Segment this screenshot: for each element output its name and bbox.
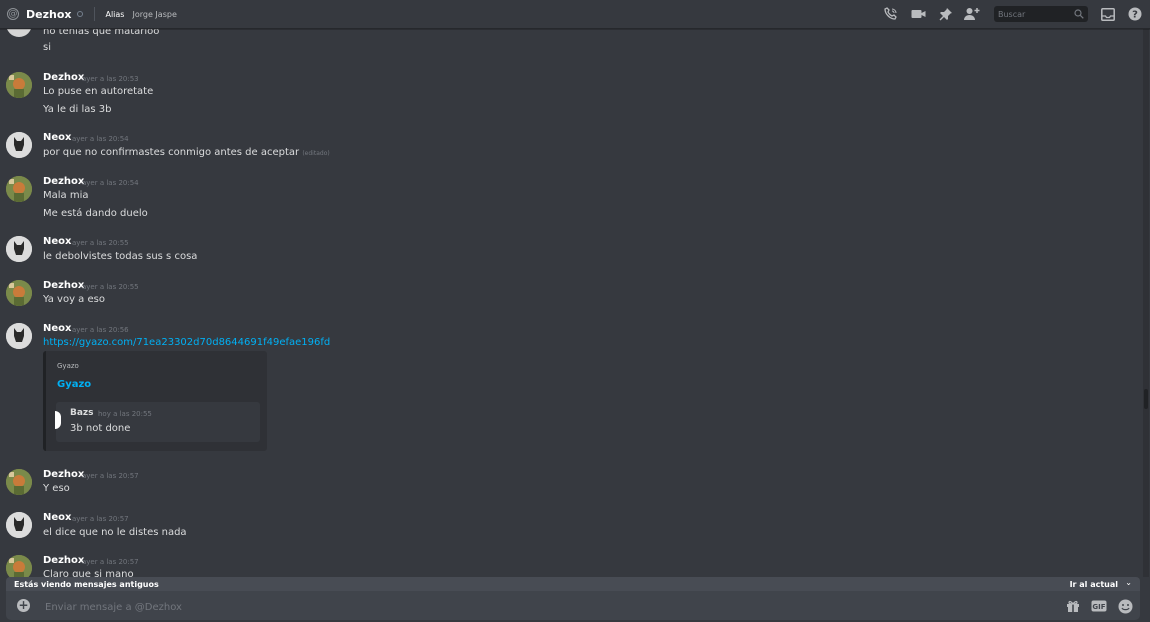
avatar[interactable]	[6, 555, 32, 577]
message-timestamp: ayer a las 20:54	[72, 135, 129, 143]
avatar[interactable]	[6, 512, 32, 538]
inbox-icon[interactable]	[1099, 5, 1117, 23]
svg-text:GIF: GIF	[1092, 603, 1105, 611]
avatar[interactable]	[6, 280, 32, 306]
add-friend-icon[interactable]	[963, 5, 981, 23]
alias-label: Alias	[105, 9, 125, 19]
channel-name: Dezhox	[26, 7, 72, 21]
avatar[interactable]	[6, 132, 32, 158]
message-author[interactable]: Dezhox	[43, 176, 84, 187]
old-messages-label: Estás viendo mensajes antiguos	[14, 579, 159, 589]
divider	[94, 7, 96, 21]
channel-header: @ Dezhox Alias Jorge Jaspe ?	[0, 0, 1150, 29]
message-text: Ya le di las 3b	[43, 104, 112, 115]
avatar	[55, 411, 61, 429]
embed-author: Bazs	[70, 408, 94, 418]
embed-provider[interactable]: Gyazo	[57, 362, 79, 370]
message-text: por que no confirmastes conmigo antes de…	[43, 147, 330, 158]
message-timestamp: ayer a las 20:57	[72, 515, 129, 523]
avatar[interactable]	[6, 323, 32, 349]
message-text: Ya voy a eso	[43, 294, 105, 305]
message-author[interactable]: Dezhox	[43, 555, 84, 566]
avatar[interactable]	[6, 236, 32, 262]
search-icon	[1074, 9, 1084, 22]
alias-value: Jorge Jaspe	[132, 9, 177, 19]
svg-text:?: ?	[1132, 10, 1138, 21]
message-link[interactable]: https://gyazo.com/71ea23302d70d8644691f4…	[43, 337, 330, 348]
avatar[interactable]	[6, 29, 32, 37]
embed-preview[interactable]: Bazs hoy a las 20:55 3b not done	[55, 402, 260, 442]
embed-title[interactable]: Gyazo	[57, 379, 91, 390]
message-timestamp: ayer a las 20:57	[82, 558, 139, 566]
message-timestamp: ayer a las 20:56	[72, 326, 129, 334]
at-icon: @	[7, 8, 19, 20]
status-icon	[77, 11, 84, 17]
message-timestamp: ayer a las 20:55	[82, 283, 139, 291]
chevron-down-icon[interactable]: ⌄	[1125, 578, 1132, 587]
add-icon[interactable]: +	[17, 599, 30, 612]
video-icon[interactable]	[909, 5, 927, 23]
link-embed: Gyazo Gyazo Bazs hoy a las 20:55 3b not …	[43, 351, 267, 451]
message-text: le debolvistes todas sus s cosa	[43, 251, 198, 262]
message-body: por que no confirmastes conmigo antes de…	[43, 147, 300, 158]
message-author[interactable]: Neox	[43, 132, 71, 143]
message-timestamp: ayer a las 20:53	[82, 75, 139, 83]
gif-icon[interactable]: GIF	[1091, 598, 1107, 614]
avatar[interactable]	[6, 176, 32, 202]
message-timestamp: ayer a las 20:55	[72, 239, 129, 247]
search-box[interactable]	[994, 6, 1088, 22]
message-text: Me está dando duelo	[43, 208, 148, 219]
message-author[interactable]: Neox	[43, 323, 71, 334]
message-author[interactable]: Neox	[43, 512, 71, 523]
message-text: el dice que no le distes nada	[43, 527, 187, 538]
message-timestamp: ayer a las 20:54	[82, 179, 139, 187]
message-text: Claro que si mano	[43, 569, 134, 577]
avatar[interactable]	[6, 469, 32, 495]
message-author[interactable]: Dezhox	[43, 72, 84, 83]
message-author[interactable]: Neox	[43, 236, 71, 247]
scrollbar-thumb[interactable]	[1144, 389, 1148, 409]
edited-tag: (editado)	[302, 150, 330, 157]
message-input[interactable]	[43, 598, 947, 616]
message-text: si	[43, 42, 51, 53]
help-icon[interactable]: ?	[1126, 5, 1144, 23]
message-author[interactable]: Dezhox	[43, 469, 84, 480]
call-icon[interactable]	[882, 5, 900, 23]
embed-timestamp: hoy a las 20:55	[98, 410, 152, 418]
scrollbar[interactable]	[1143, 29, 1149, 577]
avatar[interactable]	[6, 72, 32, 98]
message-author[interactable]: Dezhox	[43, 280, 84, 291]
message-text: Lo puse en autoretate	[43, 86, 154, 97]
message-text: Y eso	[43, 483, 70, 494]
message-text: no tenías que matarloo	[43, 29, 160, 37]
pin-icon[interactable]	[936, 5, 954, 23]
message-list[interactable]: no tenías que matarloo si Dezhox ayer a …	[0, 29, 1142, 577]
old-messages-banner: Estás viendo mensajes antiguos Ir al act…	[6, 577, 1140, 591]
message-composer: + GIF	[6, 591, 1140, 620]
embed-text: 3b not done	[70, 423, 131, 434]
message-timestamp: ayer a las 20:57	[82, 472, 139, 480]
message-text: Mala mia	[43, 190, 89, 201]
search-input[interactable]	[994, 9, 1072, 19]
emoji-icon[interactable]	[1117, 598, 1133, 614]
jump-to-present-button[interactable]: Ir al actual	[1070, 580, 1118, 589]
gift-icon[interactable]	[1065, 598, 1081, 614]
